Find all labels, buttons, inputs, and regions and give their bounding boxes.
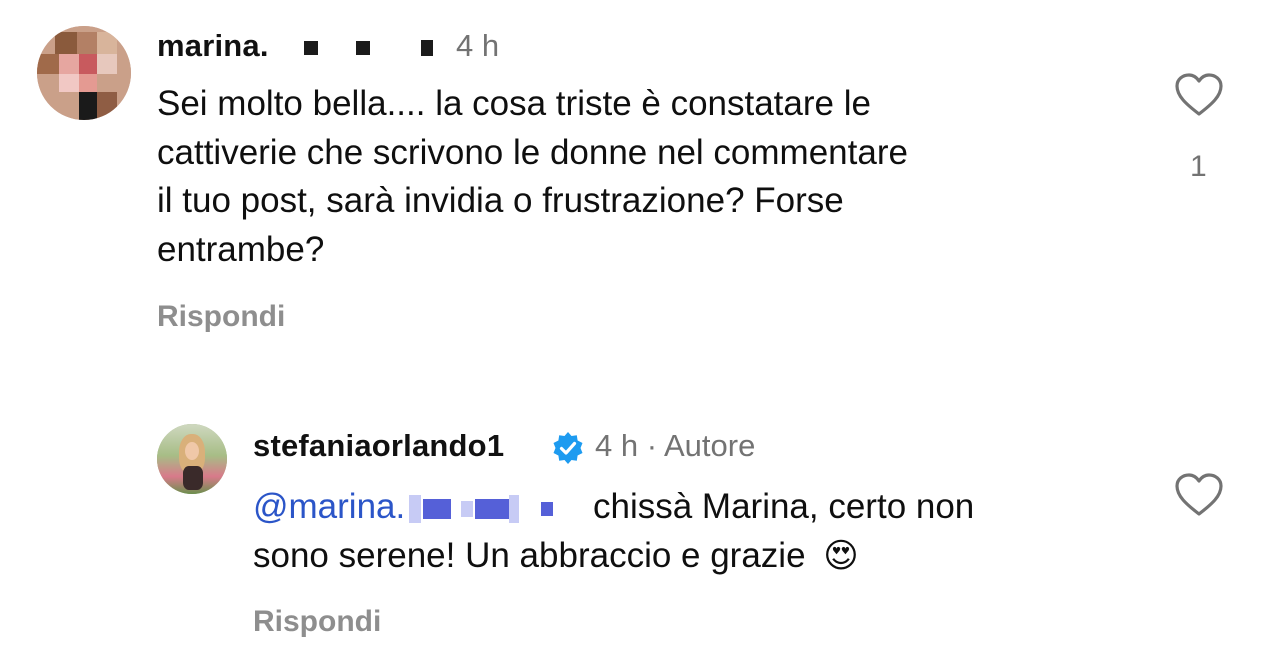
avatar-pixel bbox=[79, 54, 97, 74]
avatar-pixel bbox=[59, 54, 79, 74]
heart-eyes-emoji-icon: 😍 bbox=[823, 535, 859, 576]
mention-text: @marina. bbox=[253, 487, 406, 526]
meta-separator: · bbox=[646, 428, 658, 463]
comment-text: Sei molto bella.... la cosa triste è con… bbox=[157, 80, 908, 274]
avatar-pixel bbox=[79, 92, 97, 120]
verified-badge-icon bbox=[553, 432, 583, 464]
reply-button[interactable]: Rispondi bbox=[253, 605, 381, 639]
reply-text: @marina. chissà Marina, certo non sono s… bbox=[253, 483, 974, 580]
username-text: marina. bbox=[157, 28, 269, 63]
like-count: 1 bbox=[1190, 150, 1207, 183]
redacted-username bbox=[278, 28, 434, 63]
reply-meta: 4 h · Autore bbox=[595, 428, 755, 464]
comment-text-line: il tuo post, sarà invidia o frustrazione… bbox=[157, 181, 844, 220]
reply-text-line: @marina. chissà Marina, certo non bbox=[253, 483, 974, 532]
comment-username[interactable]: marina. bbox=[157, 28, 434, 64]
heart-outline-icon[interactable] bbox=[1174, 72, 1224, 118]
reply-timestamp: 4 h bbox=[595, 428, 639, 463]
mention-link[interactable]: @marina. bbox=[253, 487, 554, 526]
avatar[interactable] bbox=[37, 26, 131, 120]
redacted-mention bbox=[405, 487, 554, 526]
avatar-pixel bbox=[77, 32, 97, 54]
avatar-face bbox=[185, 442, 199, 460]
avatar-pixel bbox=[97, 32, 117, 54]
reply-text-part: sono serene! Un abbraccio e grazie bbox=[253, 535, 806, 575]
comment-text-line: Sei molto bella.... la cosa triste è con… bbox=[157, 84, 871, 123]
comment-text-line: entrambe? bbox=[157, 229, 325, 269]
avatar[interactable] bbox=[157, 424, 227, 494]
avatar-pixel bbox=[59, 74, 79, 92]
heart-outline-icon[interactable] bbox=[1174, 472, 1224, 518]
reply-username[interactable]: stefaniaorlando1 bbox=[253, 428, 504, 464]
avatar-pixel bbox=[37, 54, 59, 74]
comment-text-line: cattiverie che scrivono le donne nel com… bbox=[157, 132, 908, 172]
comment-timestamp: 4 h bbox=[456, 28, 500, 63]
reply-text-part: chissà Marina, certo non bbox=[592, 487, 975, 526]
avatar-pixel bbox=[79, 74, 97, 92]
reply-text-line: sono serene! Un abbraccio e grazie 😍 bbox=[253, 532, 974, 581]
avatar-pixel bbox=[55, 32, 77, 54]
avatar-pixel bbox=[97, 54, 117, 74]
avatar-body bbox=[183, 466, 203, 490]
reply-button[interactable]: Rispondi bbox=[157, 300, 285, 334]
avatar-pixel bbox=[97, 92, 117, 120]
author-label: Autore bbox=[663, 428, 756, 463]
